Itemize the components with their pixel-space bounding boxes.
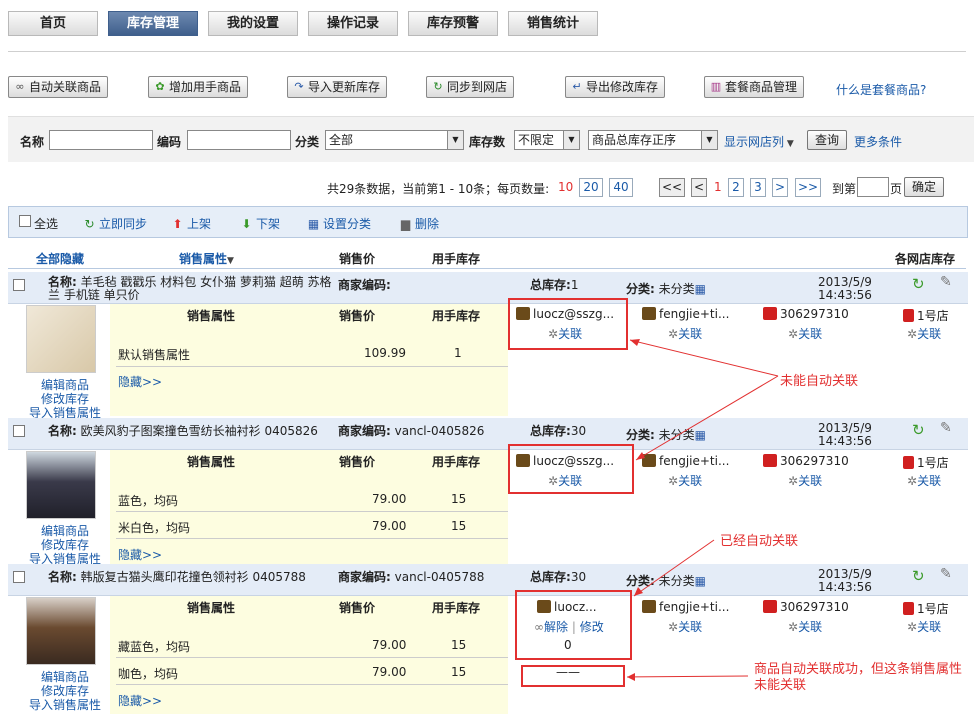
annotation-not-linked: 未能自动关联 [780, 374, 859, 389]
annotation-partial: 商品自动关联成功，但这条销售属性未能关联 [754, 662, 963, 693]
annotation-linked: 已经自动关联 [720, 534, 799, 549]
annotation-arrows [626, 339, 779, 681]
